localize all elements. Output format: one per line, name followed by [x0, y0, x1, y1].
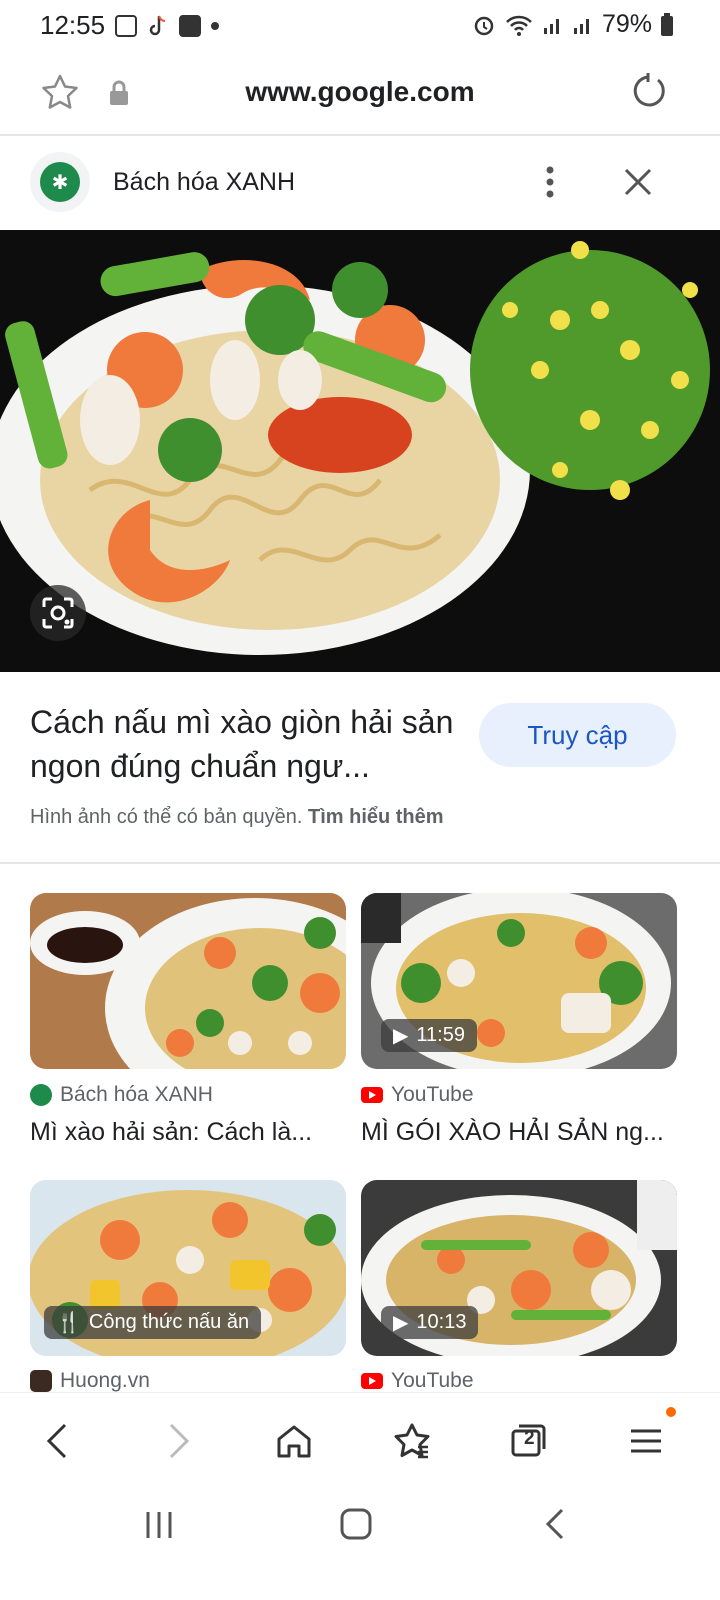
browser-toolbar: 2	[0, 1392, 720, 1489]
main-image[interactable]	[0, 230, 720, 672]
result-title[interactable]: Cách nấu mì xào giòn hải sản ngon đúng c…	[30, 700, 470, 788]
tabs-count: 2	[524, 1428, 535, 1449]
food-photo	[0, 230, 720, 672]
related-image-2[interactable]: ▶ 11:59	[361, 893, 677, 1069]
reload-icon[interactable]	[628, 72, 668, 112]
system-navigation	[0, 1490, 720, 1600]
wifi-icon	[506, 15, 532, 36]
recent-apps-icon[interactable]	[142, 1508, 176, 1542]
card-source-1[interactable]: Bách hóa XANH	[30, 1083, 213, 1107]
copyright-text: Hình ảnh có thể có bản quyền.	[30, 806, 303, 828]
play-icon: ▶	[393, 1312, 409, 1334]
status-right: 79%	[472, 10, 674, 39]
copyright-notice: Hình ảnh có thể có bản quyền. Tìm hiểu t…	[30, 806, 444, 829]
forward-button[interactable]	[152, 1415, 204, 1467]
back-nav-icon[interactable]	[540, 1506, 570, 1542]
youtube-icon	[361, 1373, 383, 1389]
fork-knife-icon: 🍴	[56, 1312, 81, 1334]
huong-favicon-icon	[30, 1370, 52, 1392]
google-lens-icon[interactable]	[30, 585, 86, 641]
gallery-icon	[115, 15, 137, 37]
address-bar: www.google.com	[0, 56, 720, 136]
status-time: 12:55	[40, 10, 106, 40]
card-source-label: YouTube	[391, 1369, 474, 1392]
site-name[interactable]: Bách hóa XANH	[113, 168, 295, 197]
back-arrow-icon	[46, 1423, 67, 1459]
menu-button[interactable]	[620, 1407, 676, 1467]
related-image-1[interactable]	[30, 893, 346, 1069]
visit-button[interactable]: Truy cập	[479, 703, 676, 767]
video-duration: 10:13	[416, 1311, 467, 1333]
tabs-button[interactable]: 2	[503, 1415, 555, 1467]
learn-more-link[interactable]: Tìm hiểu thêm	[308, 806, 444, 828]
related-image-4[interactable]: ▶ 10:13	[361, 1180, 677, 1356]
card-title-2[interactable]: MÌ GÓI XÀO HẢI SẢN ng...	[361, 1118, 664, 1147]
battery-icon	[661, 12, 673, 36]
bachhoaxanh-favicon-icon	[30, 1084, 52, 1106]
url-text[interactable]: www.google.com	[0, 76, 720, 108]
close-icon[interactable]	[622, 166, 654, 198]
card-title-1[interactable]: Mì xào hải sản: Cách là...	[30, 1118, 312, 1147]
battery-percent: 79%	[601, 10, 652, 38]
signal-icon-2	[573, 18, 589, 34]
more-vert-icon[interactable]	[538, 164, 562, 200]
related-image-3[interactable]: 🍴 Công thức nấu ăn	[30, 1180, 346, 1356]
card-source-label: Bách hóa XANH	[60, 1083, 213, 1106]
home-icon	[277, 1425, 311, 1458]
forward-arrow-icon	[169, 1423, 190, 1459]
back-button[interactable]	[32, 1415, 84, 1467]
home-nav-icon[interactable]	[338, 1506, 374, 1542]
source-header: ✱ Bách hóa XANH	[0, 136, 720, 230]
divider	[0, 862, 720, 864]
bookmarks-button[interactable]	[386, 1415, 438, 1467]
signal-icon-1	[543, 18, 559, 34]
card-photo-1	[30, 893, 346, 1069]
video-duration-badge: ▶ 11:59	[381, 1019, 477, 1052]
bookmarks-star-icon	[394, 1423, 430, 1459]
menu-notification-dot	[666, 1407, 676, 1417]
play-icon: ▶	[393, 1025, 409, 1047]
bachhoaxanh-logo-icon: ✱	[40, 162, 80, 202]
tiktok-icon	[149, 15, 166, 36]
card-source-2[interactable]: YouTube	[361, 1083, 474, 1107]
alarm-icon	[474, 16, 494, 35]
card-source-4[interactable]: YouTube	[361, 1369, 474, 1393]
card-source-3[interactable]: Huong.vn	[30, 1369, 150, 1393]
baomoi-icon	[179, 15, 201, 37]
youtube-icon	[361, 1087, 383, 1103]
notification-icons	[115, 14, 219, 38]
status-bar: 12:55 79%	[0, 0, 720, 52]
recipe-badge: 🍴 Công thức nấu ăn	[44, 1306, 262, 1339]
recipe-badge-label: Công thức nấu ăn	[88, 1311, 250, 1333]
more-notifications-icon	[211, 22, 219, 30]
home-button[interactable]	[268, 1415, 320, 1467]
hamburger-menu-icon	[631, 1429, 661, 1453]
video-duration: 11:59	[416, 1024, 465, 1046]
card-source-label: Huong.vn	[60, 1369, 150, 1392]
site-logo[interactable]: ✱	[30, 152, 90, 212]
card-source-label: YouTube	[391, 1083, 474, 1106]
video-duration-badge: ▶ 10:13	[381, 1306, 479, 1339]
